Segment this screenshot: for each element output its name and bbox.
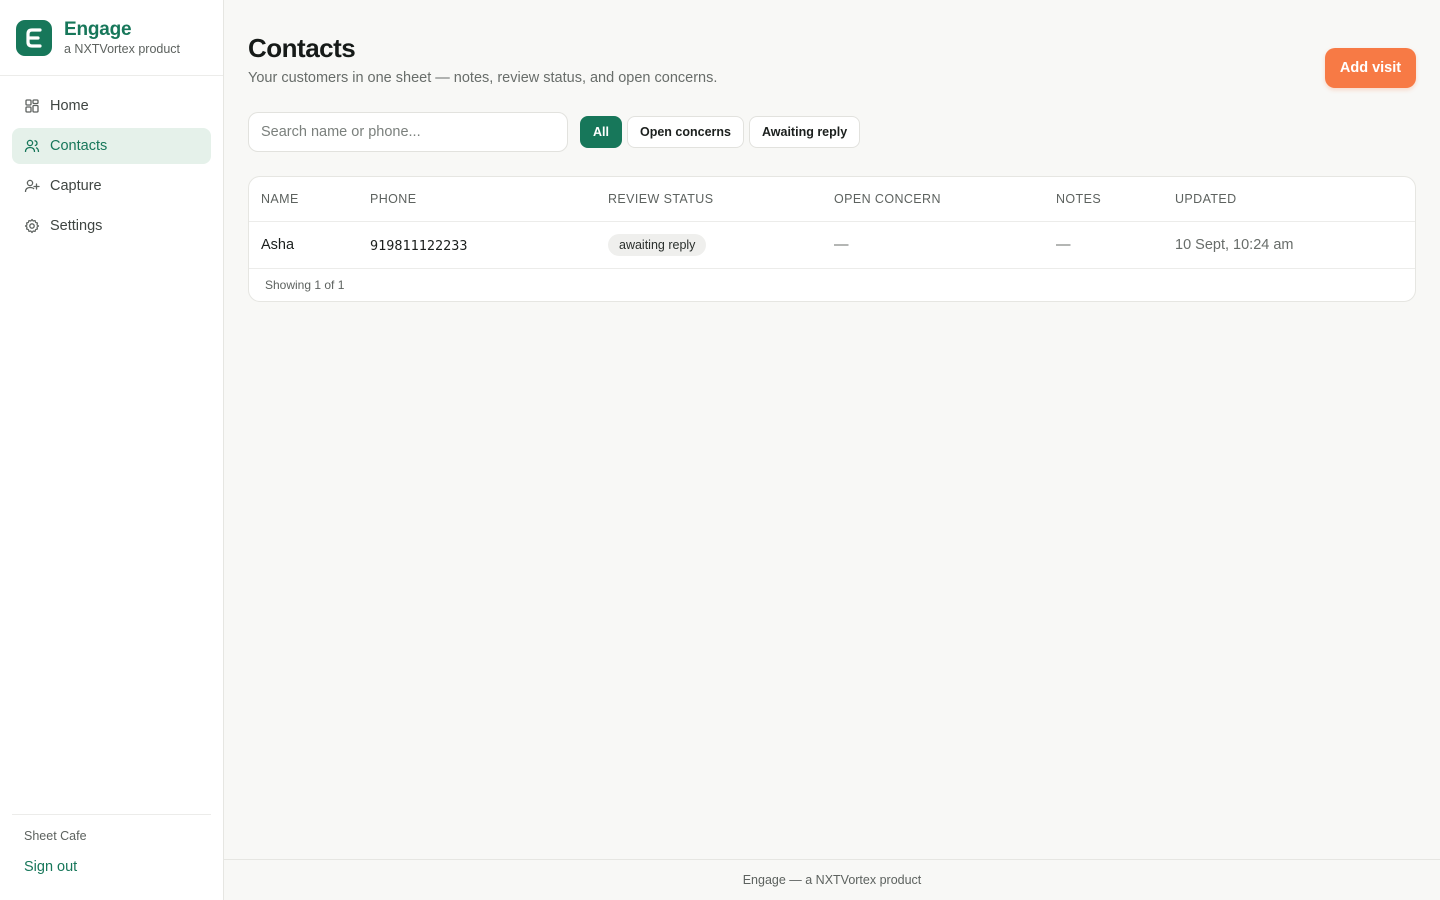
filter-chips: All Open concerns Awaiting reply bbox=[580, 116, 861, 148]
table-row[interactable]: Asha 919811122233 awaiting reply — — 10 … bbox=[249, 222, 1415, 269]
sidebar-item-label: Home bbox=[50, 98, 89, 114]
brand-name: Engage bbox=[64, 19, 132, 40]
column-header-review-status[interactable]: REVIEW STATUS bbox=[608, 192, 713, 206]
sidebar-item-contacts[interactable]: Contacts bbox=[12, 128, 211, 164]
sidebar: Engage a NXTVortex product Home Contacts bbox=[0, 0, 224, 900]
sign-out-link[interactable]: Sign out bbox=[24, 859, 199, 875]
users-icon bbox=[24, 139, 40, 153]
page-title: Contacts bbox=[248, 33, 356, 63]
cell-notes: — bbox=[1056, 237, 1071, 253]
column-header-updated[interactable]: UPDATED bbox=[1175, 192, 1237, 206]
status-badge: awaiting reply bbox=[608, 234, 707, 256]
sidebar-item-label: Contacts bbox=[50, 138, 108, 154]
filter-all[interactable]: All bbox=[580, 116, 622, 148]
logo-e-icon bbox=[26, 27, 42, 48]
brand-tagline: a NXTVortex product bbox=[64, 42, 181, 56]
cell-open-concern: — bbox=[834, 237, 849, 253]
sidebar-nav: Home Contacts Capture Settings bbox=[0, 76, 223, 244]
sidebar-item-home[interactable]: Home bbox=[12, 88, 211, 124]
sidebar-item-label: Settings bbox=[50, 218, 103, 234]
gear-icon bbox=[24, 218, 40, 234]
column-header-phone[interactable]: PHONE bbox=[370, 192, 416, 206]
brand-header: Engage a NXTVortex product bbox=[0, 0, 223, 76]
filter-awaiting-reply[interactable]: Awaiting reply bbox=[748, 116, 861, 148]
sidebar-item-label: Capture bbox=[50, 178, 102, 194]
table-footer: Showing 1 of 1 bbox=[265, 278, 345, 292]
contacts-table: NAME PHONE REVIEW STATUS OPEN CONCERN NO… bbox=[248, 176, 1416, 302]
column-header-open-concern[interactable]: OPEN CONCERN bbox=[834, 192, 941, 206]
sidebar-footer: Sheet Cafe Sign out bbox=[12, 814, 211, 875]
page-footer: Engage — a NXTVortex product bbox=[224, 859, 1440, 900]
page-subtitle: Your customers in one sheet — notes, rev… bbox=[248, 70, 718, 86]
cell-name: Asha bbox=[261, 237, 295, 253]
filter-open-concerns[interactable]: Open concerns bbox=[626, 116, 744, 148]
sidebar-item-capture[interactable]: Capture bbox=[12, 168, 211, 204]
user-plus-icon bbox=[24, 179, 40, 193]
add-visit-button[interactable]: Add visit bbox=[1325, 48, 1416, 88]
main-content: Contacts Your customers in one sheet — n… bbox=[224, 0, 1440, 859]
sidebar-item-settings[interactable]: Settings bbox=[12, 208, 211, 244]
brand-logo bbox=[16, 19, 52, 56]
cell-updated: 10 Sept, 10:24 am bbox=[1175, 237, 1294, 253]
cell-phone: 919811122233 bbox=[370, 238, 468, 254]
grid-icon bbox=[25, 99, 39, 113]
column-header-name[interactable]: NAME bbox=[261, 192, 299, 206]
table-header: NAME PHONE REVIEW STATUS OPEN CONCERN NO… bbox=[249, 177, 1415, 222]
shop-name: Sheet Cafe bbox=[24, 829, 87, 843]
search-input[interactable] bbox=[248, 112, 568, 152]
column-header-notes[interactable]: NOTES bbox=[1056, 192, 1101, 206]
